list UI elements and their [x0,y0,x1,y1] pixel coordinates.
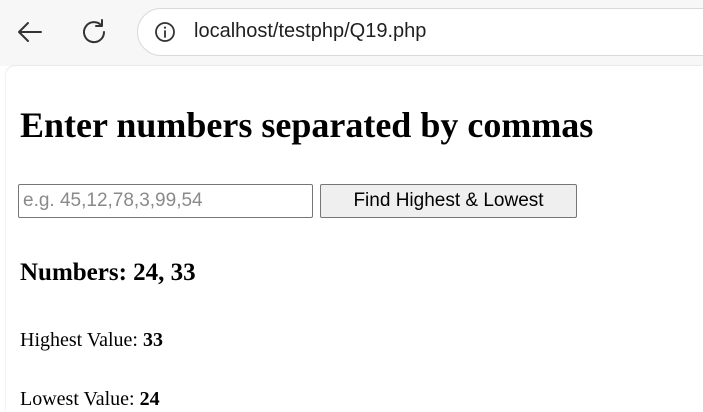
url-text[interactable]: localhost/testphp/Q19.php [194,20,426,43]
highest-value-line: Highest Value: 33 [20,327,163,353]
address-bar[interactable]: localhost/testphp/Q19.php [137,8,703,56]
numbers-heading: Numbers: 24, 33 [20,259,196,286]
back-button[interactable] [12,14,48,50]
browser-toolbar: localhost/testphp/Q19.php [0,0,703,66]
numbers-input[interactable] [18,184,313,218]
highest-value-label: Highest Value: [20,329,138,351]
lowest-value-label: Lowest Value: [20,388,135,410]
page-title: Enter numbers separated by commas [20,105,594,145]
lowest-value: 24 [139,388,160,410]
arrow-left-icon [18,22,42,42]
reload-button[interactable] [76,14,112,50]
lowest-value-line: Lowest Value: 24 [20,386,160,412]
find-highest-lowest-button[interactable]: Find Highest & Lowest [320,184,577,218]
info-circle-icon[interactable] [154,21,176,43]
highest-value: 33 [142,329,163,351]
reload-icon [83,19,106,44]
